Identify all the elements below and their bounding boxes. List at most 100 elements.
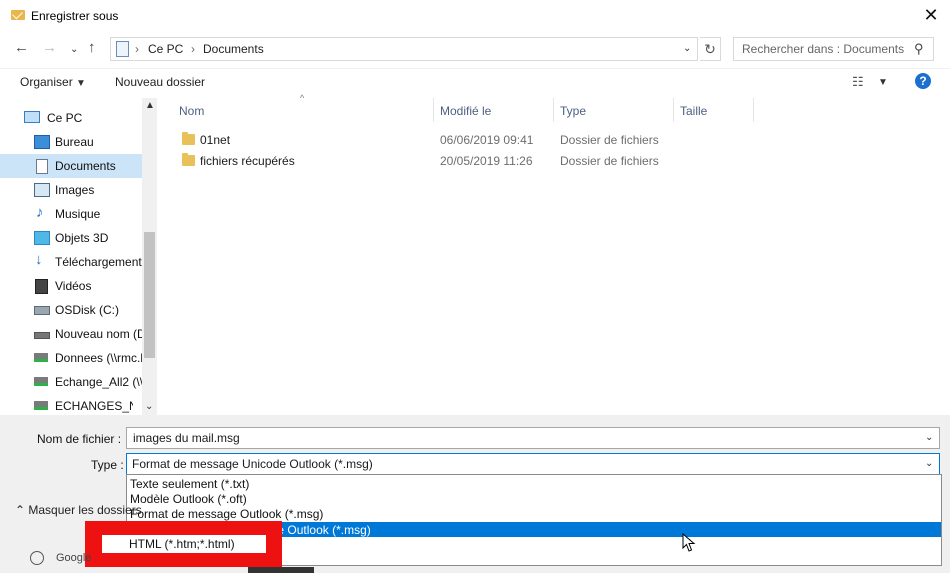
sidebar-item-pc[interactable]: Ce PC xyxy=(0,106,142,130)
file-type: Dossier de fichiers xyxy=(560,154,659,168)
file-modified: 06/06/2019 09:41 xyxy=(440,133,534,147)
file-name: 01net xyxy=(200,133,231,147)
sidebar-item-label: Téléchargements xyxy=(55,255,142,269)
view-options-icon[interactable]: ☷ xyxy=(852,74,864,90)
view-dropdown-icon[interactable]: ▼ xyxy=(878,77,888,88)
file-row[interactable]: 01net 06/06/2019 09:41 Dossier de fichie… xyxy=(170,130,690,150)
sidebar-item-label: Ce PC xyxy=(47,111,83,125)
sidebar-item-label: Nouveau nom (D:) xyxy=(55,327,142,341)
folder-icon xyxy=(182,153,195,166)
column-header-type[interactable]: Type xyxy=(560,104,586,126)
forward-arrow-icon[interactable]: → xyxy=(42,39,57,56)
sidebar-item-videos[interactable]: Vidéos xyxy=(0,274,142,298)
sidebar-item-label: Images xyxy=(55,183,95,197)
column-header-modified[interactable]: Modifié le xyxy=(440,104,491,126)
column-header-name[interactable]: Nom xyxy=(179,104,204,126)
column-header-size[interactable]: Taille xyxy=(680,104,707,126)
images-icon xyxy=(34,183,50,197)
address-separator: › xyxy=(135,42,139,56)
refresh-icon[interactable]: ↻ xyxy=(700,37,721,61)
sidebar-item-telechargements[interactable]: ↓ Téléchargements xyxy=(0,250,142,274)
sidebar-item-documents[interactable]: Documents xyxy=(0,154,142,178)
drive-icon xyxy=(34,332,50,339)
sidebar-scrollbar-thumb[interactable] xyxy=(144,232,155,358)
file-type-select[interactable]: Format de message Unicode Outlook (*.msg… xyxy=(126,453,940,475)
filename-input[interactable]: images du mail.msg ⌄ xyxy=(126,427,940,449)
back-arrow-icon[interactable]: ← xyxy=(14,39,29,56)
title-bar xyxy=(0,0,950,32)
videos-icon xyxy=(35,279,48,294)
network-drive-icon xyxy=(34,377,48,386)
filename-dropdown-icon[interactable]: ⌄ xyxy=(925,432,933,443)
address-bar[interactable]: › Ce PC › Documents ⌄ xyxy=(110,37,698,61)
folder-location-icon xyxy=(116,41,129,57)
sidebar-item-images[interactable]: Images xyxy=(0,178,142,202)
background-taskbar-fragment xyxy=(248,567,314,573)
sidebar-item-label: Musique xyxy=(55,207,101,221)
type-option-oft[interactable]: Modèle Outlook (*.oft) xyxy=(130,492,247,506)
mouse-cursor-icon xyxy=(682,533,696,552)
sidebar-item-label: Documents xyxy=(55,159,116,173)
music-icon: ♪ xyxy=(36,204,44,221)
filename-label: Nom de fichier : xyxy=(37,432,122,446)
help-icon[interactable]: ? xyxy=(915,73,931,89)
mail-icon xyxy=(11,10,25,20)
column-divider[interactable] xyxy=(433,98,434,122)
drive-icon xyxy=(34,306,50,315)
google-icon xyxy=(30,551,44,565)
sidebar-item-echange-all2[interactable]: Echange_All2 (\\rmc) xyxy=(0,370,142,394)
chevron-down-icon: ▼ xyxy=(76,78,86,89)
search-placeholder: Rechercher dans : Documents xyxy=(742,42,905,56)
file-row[interactable]: fichiers récupérés 20/05/2019 11:26 Doss… xyxy=(170,151,690,171)
navigation-pane: Ce PC Bureau Documents Images ♪ Musique … xyxy=(0,98,157,415)
computer-icon xyxy=(24,111,40,123)
sidebar-item-objets-3d[interactable]: Objets 3D xyxy=(0,226,142,250)
new-folder-button[interactable]: Nouveau dossier xyxy=(115,75,205,89)
type-selected-value: Format de message Unicode Outlook (*.msg… xyxy=(132,457,373,471)
organize-button[interactable]: Organiser ▼ xyxy=(20,75,86,89)
sidebar-item-bureau[interactable]: Bureau xyxy=(0,130,142,154)
file-name: fichiers récupérés xyxy=(200,154,295,168)
column-divider[interactable] xyxy=(673,98,674,122)
search-icon[interactable]: ⚲ xyxy=(914,41,924,57)
search-input[interactable]: Rechercher dans : Documents ⚲ xyxy=(733,37,934,61)
sidebar-item-label: Bureau xyxy=(55,135,94,149)
type-dropdown-icon[interactable]: ⌄ xyxy=(925,458,933,469)
network-drive-icon xyxy=(34,353,48,362)
address-segment-documents[interactable]: Documents xyxy=(203,42,264,56)
address-separator: › xyxy=(191,42,195,56)
sidebar-item-label: Vidéos xyxy=(55,279,92,293)
scroll-up-icon[interactable]: ▲ xyxy=(145,100,155,111)
sidebar-item-label: OSDisk (C:) xyxy=(55,303,119,317)
sidebar-item-nouveau-nom[interactable]: Nouveau nom (D:) xyxy=(0,322,142,346)
sidebar-item-label: Donnees (\\rmc.local) xyxy=(55,351,142,365)
type-option-txt[interactable]: Texte seulement (*.txt) xyxy=(130,477,249,491)
file-modified: 20/05/2019 11:26 xyxy=(440,154,533,168)
folder-icon xyxy=(182,132,195,145)
type-option-html[interactable]: HTML (*.htm;*.html) xyxy=(129,537,235,551)
window-title: Enregistrer sous xyxy=(31,9,119,23)
sidebar-item-label: ECHANGES_NI (\\rmc) xyxy=(55,399,133,413)
sidebar-item-label: Objets 3D xyxy=(55,231,109,245)
sidebar-item-donnees[interactable]: Donnees (\\rmc.local) xyxy=(0,346,142,370)
organize-label: Organiser xyxy=(20,75,73,89)
hide-folders-button[interactable]: ⌃ Masquer les dossiers xyxy=(15,503,142,517)
chevron-up-icon: ⌃ xyxy=(15,503,29,517)
desktop-icon xyxy=(34,135,50,149)
recent-locations-chevron-icon[interactable]: ⌄ xyxy=(70,44,78,55)
type-label: Type : xyxy=(91,458,124,472)
sidebar-item-musique[interactable]: ♪ Musique xyxy=(0,202,142,226)
type-option-msg[interactable]: Format de message Outlook (*.msg) xyxy=(130,507,323,521)
column-divider[interactable] xyxy=(553,98,554,122)
download-icon: ↓ xyxy=(35,251,43,268)
file-type: Dossier de fichiers xyxy=(560,133,659,147)
column-divider[interactable] xyxy=(753,98,754,122)
scroll-down-icon[interactable]: ⌄ xyxy=(145,401,153,412)
sidebar-item-osdisk[interactable]: OSDisk (C:) xyxy=(0,298,142,322)
network-drive-icon xyxy=(34,401,48,410)
sidebar-item-label: Echange_All2 (\\rmc) xyxy=(55,375,142,389)
address-dropdown-icon[interactable]: ⌄ xyxy=(683,43,691,54)
close-icon[interactable]: ✕ xyxy=(920,4,942,26)
up-arrow-icon[interactable]: ↑ xyxy=(88,39,96,56)
address-segment-pc[interactable]: Ce PC xyxy=(148,42,183,56)
